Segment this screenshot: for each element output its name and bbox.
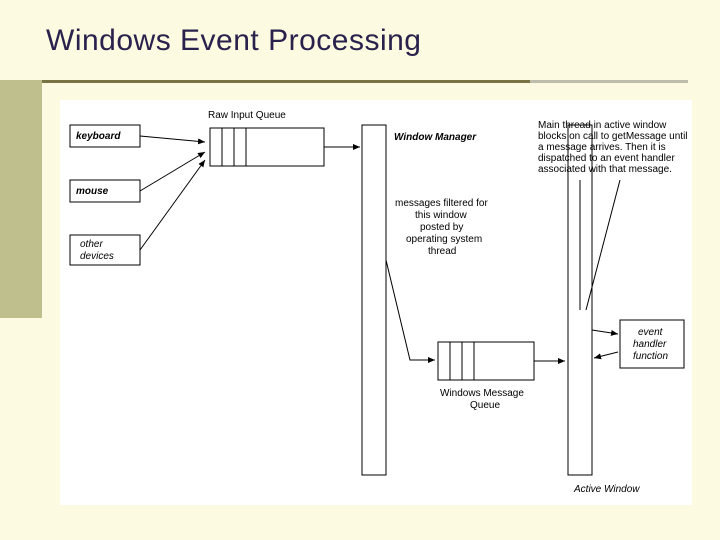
window-manager-label: Window Manager [394,132,477,143]
eh-2: handler [633,339,667,350]
other-label-2: devices [80,251,114,262]
note-5: associated with that message. [538,164,672,175]
mouse-label: mouse [76,186,109,197]
win-msg-q-1: Windows Message [440,388,524,399]
win-msg-q-2: Queue [470,400,500,411]
slide-title: Windows Event Processing [46,24,422,58]
msg-filter-1: messages filtered for [395,198,488,209]
diagram-svg: keyboard mouse other devices Raw Input Q… [60,100,692,505]
title-underline-light [530,80,688,83]
msg-filter-4: operating system [406,234,482,245]
diagram-area: keyboard mouse other devices Raw Input Q… [60,100,692,505]
msg-filter-2: this window [415,210,467,221]
note-4: dispatched to an event handler [538,153,675,164]
other-label-1: other [80,239,103,250]
keyboard-label: keyboard [76,131,121,142]
active-window-label: Active Window [573,484,640,495]
left-accent-bar [0,80,42,318]
slide: Windows Event Processing keyboard mouse … [0,0,720,540]
msg-filter-3: posted by [420,222,463,233]
raw-queue-label: Raw Input Queue [208,110,286,121]
note-2: blocks on call to getMessage until [538,131,688,142]
note-1: Main thread in active window [538,120,667,131]
note-3: a message arrives. Then it is [538,142,666,153]
eh-1: event [638,327,664,338]
eh-3: function [633,351,668,362]
msg-filter-5: thread [428,246,456,257]
title-underline-dark [40,80,530,83]
